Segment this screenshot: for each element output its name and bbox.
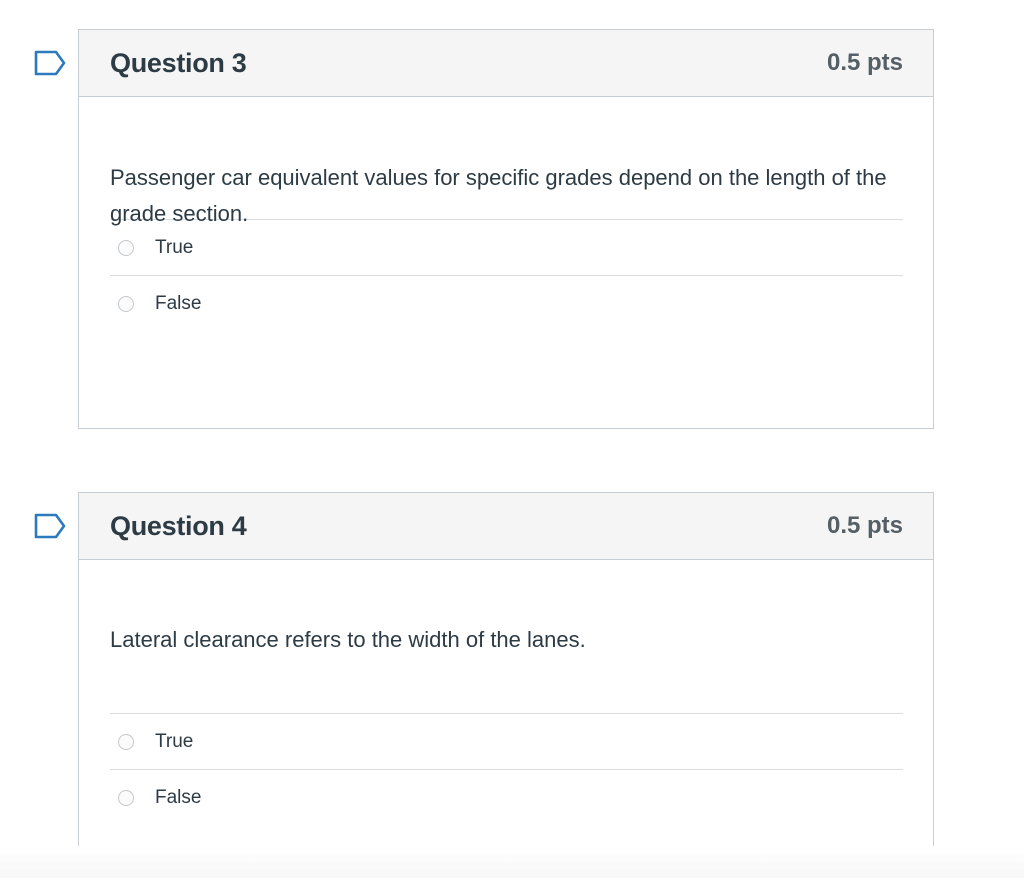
answer-option-true[interactable]: True	[110, 714, 903, 770]
radio-button[interactable]	[118, 239, 134, 256]
radio-button[interactable]	[118, 296, 134, 312]
answer-label: True	[155, 236, 194, 258]
answer-option-false[interactable]: False	[110, 770, 903, 826]
question-text: Passenger car equivalent values for spec…	[110, 165, 887, 226]
question-card-4: Question 4 0.5 pts Lateral clearance ref…	[34, 492, 934, 856]
flag-question-icon[interactable]	[34, 513, 66, 539]
answer-option-false[interactable]: False	[110, 276, 903, 332]
question-title: Question 3	[110, 47, 247, 78]
answer-label: False	[155, 293, 202, 314]
question-title: Question 4	[110, 510, 247, 541]
question-points: 0.5 pts	[826, 512, 903, 539]
question-points: 0.5 pts	[826, 49, 903, 76]
answer-list: True False	[110, 713, 903, 826]
radio-button[interactable]	[118, 733, 134, 750]
answer-list: True False	[110, 219, 903, 332]
question-card-3: Question 3 0.5 pts Passenger car equival…	[34, 29, 934, 429]
flag-question-icon[interactable]	[34, 50, 66, 76]
page-bottom-edge	[0, 846, 1024, 878]
question-body: Passenger car equivalent values for spec…	[79, 97, 933, 332]
quiz-page: Question 3 0.5 pts Passenger car equival…	[0, 0, 1024, 878]
radio-button[interactable]	[118, 790, 134, 806]
answer-label: False	[155, 787, 202, 808]
question-header: Question 3 0.5 pts	[79, 30, 933, 97]
question-body: Lateral clearance refers to the width of…	[79, 560, 933, 826]
answer-label: True	[155, 730, 194, 752]
question-header: Question 4 0.5 pts	[79, 493, 933, 560]
question-text: Lateral clearance refers to the width of…	[110, 627, 586, 652]
